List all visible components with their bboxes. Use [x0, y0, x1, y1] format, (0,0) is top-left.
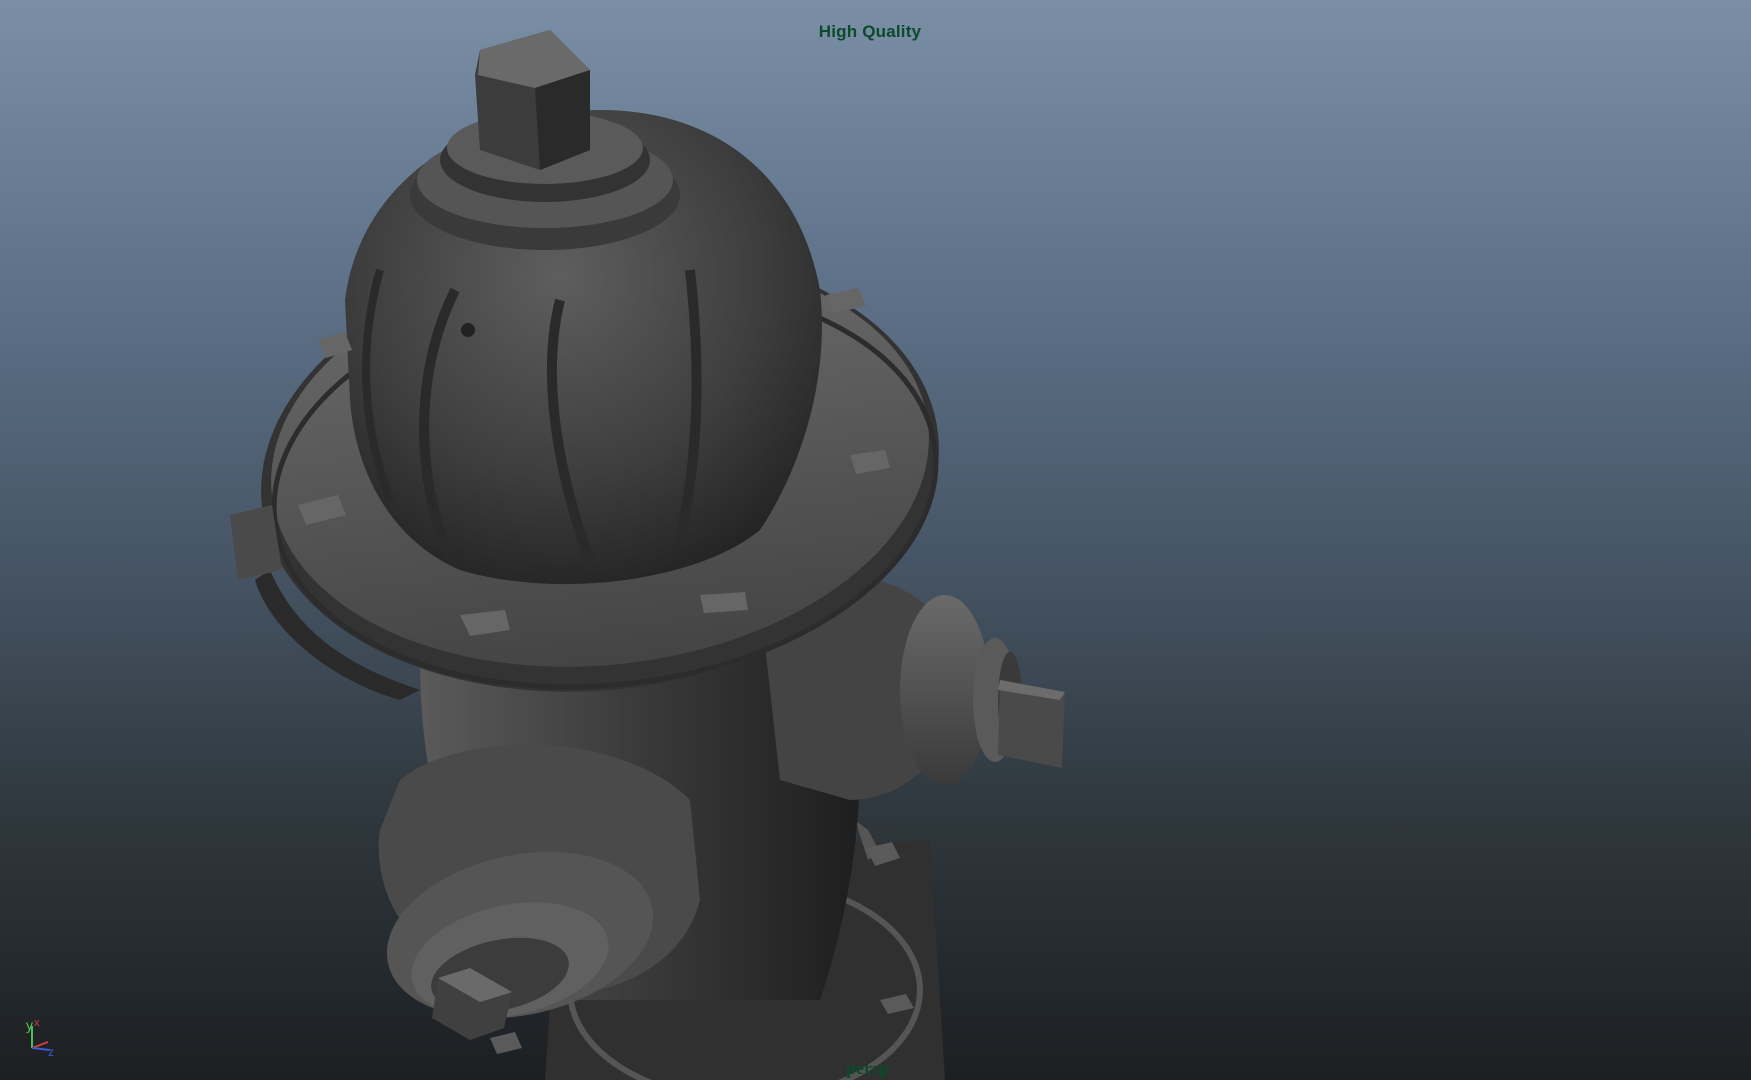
z-axis-label: z — [48, 1045, 54, 1058]
x-axis-label: x — [34, 1017, 40, 1029]
maya-perspective-viewport[interactable]: High Quality y x z persp — [0, 0, 1751, 1080]
operating-nut — [475, 30, 590, 170]
camera-name-label: persp — [846, 1058, 890, 1078]
fire-hydrant-model[interactable] — [0, 0, 1751, 1080]
axis-orientation-gizmo: y x z — [26, 1017, 54, 1058]
y-axis-label: y — [26, 1017, 33, 1033]
